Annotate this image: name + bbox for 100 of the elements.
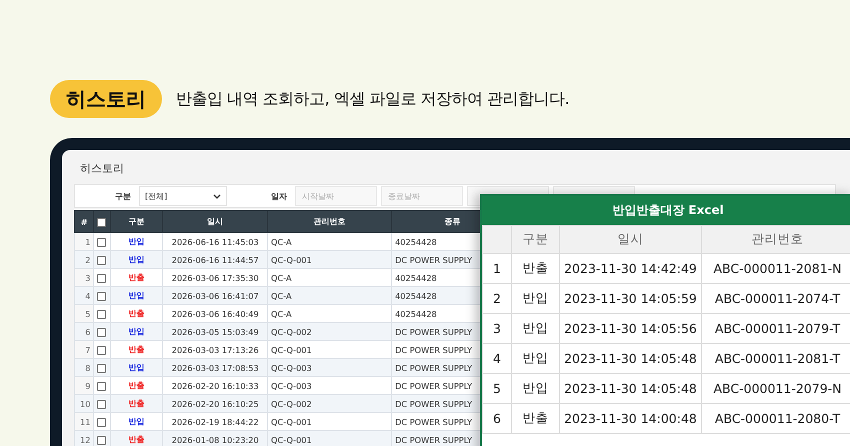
table-cell: 2026-02-20 16:10:33 (172, 380, 259, 390)
table-cell: 반입 (522, 350, 548, 365)
table-cell: QC-A (271, 290, 292, 300)
column-header: 구분 (522, 231, 548, 246)
table-cell: 40254428 (395, 236, 437, 246)
row-number: 7 (85, 344, 90, 354)
table-cell: 2026-03-03 17:08:53 (172, 362, 259, 372)
column-header: 일시 (618, 231, 644, 246)
checkbox[interactable] (97, 436, 106, 445)
table-cell: ABC-000011-2081-N (713, 261, 842, 276)
row-number: 3 (85, 272, 90, 282)
column-header: 구분 (128, 216, 144, 226)
end-date-field[interactable]: 종료날짜 (381, 186, 463, 206)
checkbox[interactable] (97, 400, 106, 409)
type-label: 반출 (128, 398, 144, 408)
table-cell: 반출 (522, 260, 548, 275)
row-number: 5 (85, 308, 90, 318)
table-cell: DC POWER SUPPLY (395, 326, 472, 336)
caret-icon (213, 194, 221, 198)
type-label: 반입 (128, 290, 144, 300)
type-label: 반입 (128, 326, 144, 336)
table-cell: QC-Q-001 (271, 416, 312, 426)
table-cell: QC-Q-002 (271, 398, 312, 408)
row-number: 6 (85, 326, 90, 336)
type-label: 반출 (128, 272, 144, 282)
table-cell: QC-A (271, 236, 292, 246)
filter-label: 구분 (114, 190, 132, 202)
table-cell: 2023-11-30 14:42:49 (564, 261, 697, 276)
table-cell: QC-Q-003 (271, 362, 312, 372)
table-cell: 40254428 (395, 290, 437, 300)
table-cell: 반출 (522, 410, 548, 425)
row-number: 9 (85, 380, 90, 390)
table-cell: DC POWER SUPPLY (395, 380, 472, 390)
table-cell: 반입 (522, 290, 548, 305)
table-cell: 40254428 (395, 272, 437, 282)
table-cell: QC-Q-001 (271, 254, 312, 264)
table-cell: DC POWER SUPPLY (395, 254, 472, 264)
checkbox[interactable] (97, 364, 106, 373)
table-cell: QC-A (271, 308, 292, 318)
table-cell: 반입 (522, 320, 548, 335)
subtitle: 반출입 내역 조회하고, 엑셀 파일로 저장하여 관리합니다. (176, 88, 570, 110)
column-header: 일시 (207, 216, 224, 226)
checkbox[interactable] (97, 418, 106, 427)
checkbox[interactable] (97, 328, 106, 337)
table-cell: 2026-02-19 18:44:22 (172, 416, 259, 426)
table-cell: 2026-01-08 10:23:20 (172, 434, 259, 444)
type-select[interactable]: [전체] (139, 186, 227, 206)
table-cell: 2026-03-06 17:35:30 (172, 272, 259, 282)
table-cell: 2026-06-16 11:45:03 (172, 236, 259, 246)
column-header: 종류 (444, 216, 461, 226)
row-number: 1 (85, 236, 90, 246)
table-cell: QC-A (271, 272, 292, 282)
row-number: 4 (85, 290, 90, 300)
column-header: 관리번호 (314, 216, 346, 226)
table-cell: 2026-02-20 16:10:25 (172, 398, 259, 408)
table-cell: QC-Q-003 (271, 380, 312, 390)
type-label: 반출 (128, 308, 144, 318)
row-number: 3 (493, 321, 501, 336)
row-number: 1 (493, 261, 501, 276)
table-cell: 40254428 (395, 308, 437, 318)
checkbox[interactable] (97, 346, 106, 355)
table-cell: DC POWER SUPPLY (395, 416, 472, 426)
checkbox[interactable] (97, 382, 106, 391)
row-number: 5 (493, 381, 501, 396)
table-cell: DC POWER SUPPLY (395, 434, 472, 444)
checkbox[interactable] (97, 310, 106, 319)
section-badge: 히스토리 (50, 80, 162, 118)
type-label: 반입 (128, 416, 144, 426)
type-label: 반출 (128, 380, 144, 390)
table-cell: 2023-11-30 14:05:56 (564, 321, 697, 336)
row-number: 8 (85, 362, 90, 372)
checkbox[interactable] (97, 238, 106, 247)
panel-title: 히스토리 (79, 161, 125, 177)
table-cell: 2026-03-06 16:40:49 (172, 308, 259, 318)
checkbox[interactable] (97, 218, 106, 227)
table-cell: 2023-11-30 14:05:59 (564, 291, 697, 306)
type-label: 반입 (128, 254, 144, 264)
table-cell: DC POWER SUPPLY (395, 398, 472, 408)
row-number: 2 (85, 254, 90, 264)
table-cell: ABC-000011-2080-T (714, 411, 840, 426)
checkbox[interactable] (97, 274, 106, 283)
table-cell: 2026-03-03 17:13:26 (172, 344, 259, 354)
type-label: 반입 (128, 236, 144, 246)
start-date-field[interactable]: 시작날짜 (295, 186, 377, 206)
table-cell: DC POWER SUPPLY (395, 362, 472, 372)
table-cell: QC-Q-001 (271, 434, 312, 444)
table-cell: DC POWER SUPPLY (395, 344, 472, 354)
checkbox[interactable] (97, 292, 106, 301)
table-cell: 2026-03-05 15:03:49 (172, 326, 259, 336)
column-header: # (80, 216, 88, 226)
sheet-title: 반입반출대장 Excel (482, 196, 850, 225)
table-cell: 2023-11-30 14:05:48 (564, 351, 697, 366)
row-number: 11 (80, 416, 90, 426)
table-cell: ABC-000011-2074-T (714, 291, 840, 306)
table-cell: 2026-06-16 11:44:57 (172, 254, 259, 264)
table-cell: 2023-11-30 14:05:48 (564, 381, 697, 396)
table-cell: 2026-03-06 16:41:07 (172, 290, 259, 300)
row-number: 12 (80, 434, 90, 444)
checkbox[interactable] (97, 256, 106, 265)
table-cell: QC-Q-002 (271, 326, 312, 336)
